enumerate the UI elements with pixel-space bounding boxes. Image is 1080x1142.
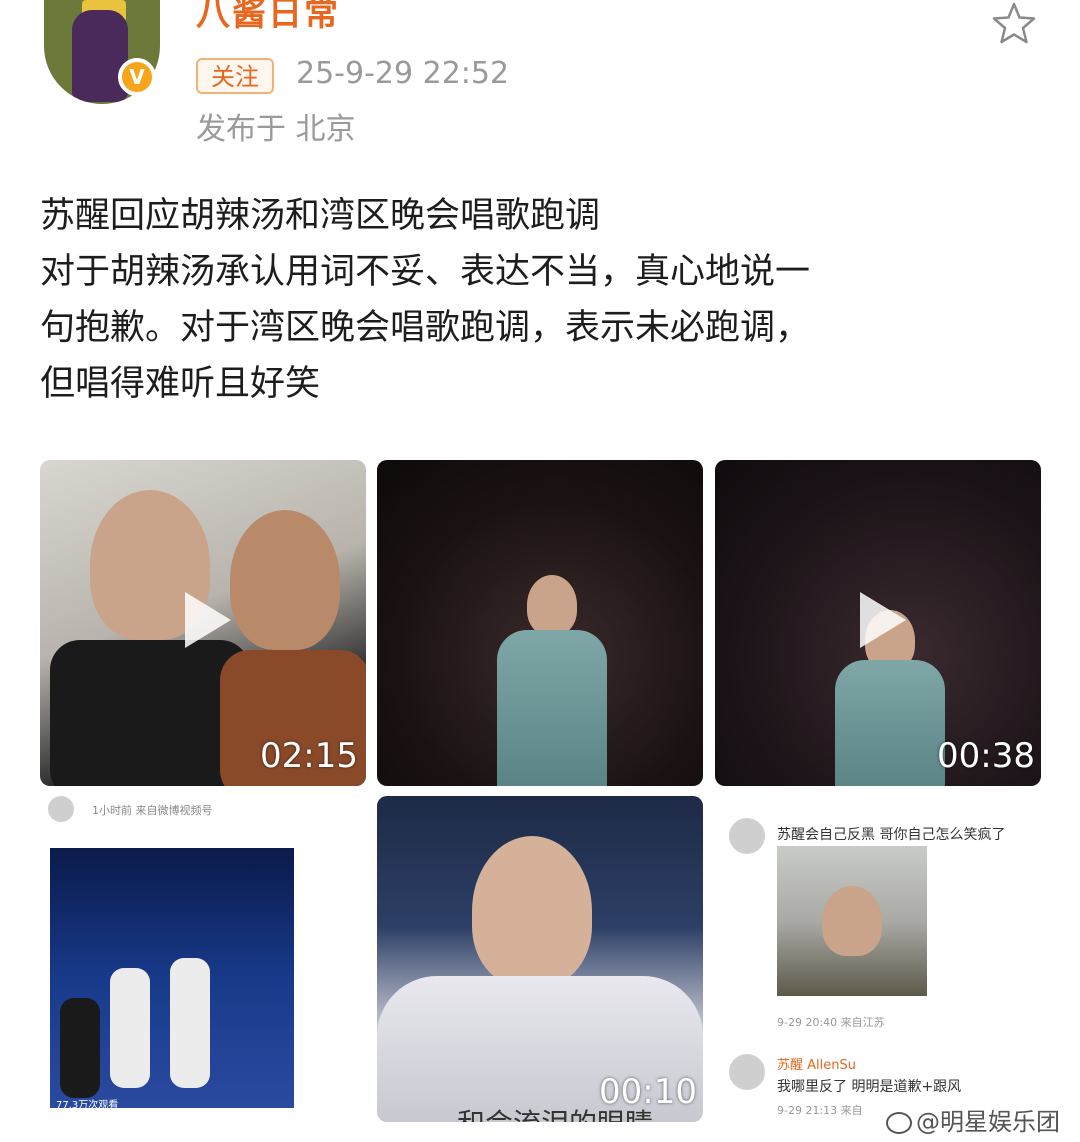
watermark: @明星娱乐团: [886, 1102, 1060, 1137]
comment-text: 苏醒会自己反黑 哥你自己怎么笑疯了: [777, 827, 1006, 843]
play-icon[interactable]: [185, 592, 231, 648]
person-figure: [230, 510, 340, 650]
media-video-3[interactable]: 00:38: [715, 460, 1041, 786]
post-line: 但唱得难听且好笑: [40, 364, 321, 404]
performer-figure: [170, 958, 210, 1088]
follow-button[interactable]: 关注: [196, 58, 274, 94]
media-video-1[interactable]: 02:15: [40, 460, 366, 786]
reply-meta: 9-29 21:13 来自: [777, 1104, 863, 1117]
avatar-figure: [72, 10, 128, 102]
performer-figure: [60, 998, 100, 1098]
video-duration: 02:15: [260, 736, 358, 776]
performer-jacket: [497, 630, 607, 786]
reply-text: 我哪里反了 明明是道歉+跟风: [777, 1079, 962, 1095]
video-subtitle: 和会流泪的眼睛: [457, 1102, 653, 1122]
comment-meta: 9-29 20:40 来自江苏: [777, 1016, 885, 1029]
performer-face: [472, 836, 592, 986]
view-count: 77.3万次观看: [56, 1100, 119, 1111]
post-line: 苏醒回应胡辣汤和湾区晚会唱歌跑调: [40, 196, 601, 236]
post-line: 句抱歉。对于湾区晚会唱歌跑调，表示未必跑调，: [40, 308, 811, 348]
video-duration: 00:38: [937, 736, 1035, 776]
media-screenshot-6[interactable]: 苏醒会自己反黑 哥你自己怎么笑疯了 9-29 20:40 来自江苏 苏醒 All…: [715, 796, 1041, 1122]
post-line: 对于胡辣汤承认用词不妥、表达不当，真心地说一: [40, 252, 811, 292]
reply-avatar: [729, 1054, 765, 1090]
post-time: 25-9-29 22:52: [296, 56, 510, 91]
play-icon[interactable]: [860, 592, 906, 648]
weibo-logo-icon: [886, 1112, 912, 1134]
media-video-5[interactable]: 00:10 和会流泪的眼睛: [377, 796, 703, 1122]
stage-image: [50, 848, 294, 1108]
favorite-star-icon[interactable]: [990, 0, 1038, 48]
comment-image: [777, 846, 927, 996]
screenshot-header: 1小时前 来自微博视频号: [92, 804, 213, 817]
performer-figure: [527, 575, 577, 635]
media-image-2[interactable]: [377, 460, 703, 786]
mini-avatar: [48, 796, 74, 822]
post-text: 苏醒回应胡辣汤和湾区晚会唱歌跑调 对于胡辣汤承认用词不妥、表达不当，真心地说一 …: [40, 188, 1050, 412]
verified-badge-icon: V: [118, 58, 156, 96]
commenter-avatar: [729, 818, 765, 854]
performer-figure: [110, 968, 150, 1088]
person-face: [822, 886, 882, 956]
author-name[interactable]: 八酱日常: [196, 0, 340, 35]
media-screenshot-4[interactable]: 1小时前 来自微博视频号 77.3万次观看: [40, 796, 366, 1122]
performer-jacket: [835, 660, 945, 786]
reply-author: 苏醒 AllenSu: [777, 1058, 856, 1073]
watermark-text: @明星娱乐团: [916, 1108, 1060, 1136]
post-location: 发布于 北京: [196, 112, 356, 147]
